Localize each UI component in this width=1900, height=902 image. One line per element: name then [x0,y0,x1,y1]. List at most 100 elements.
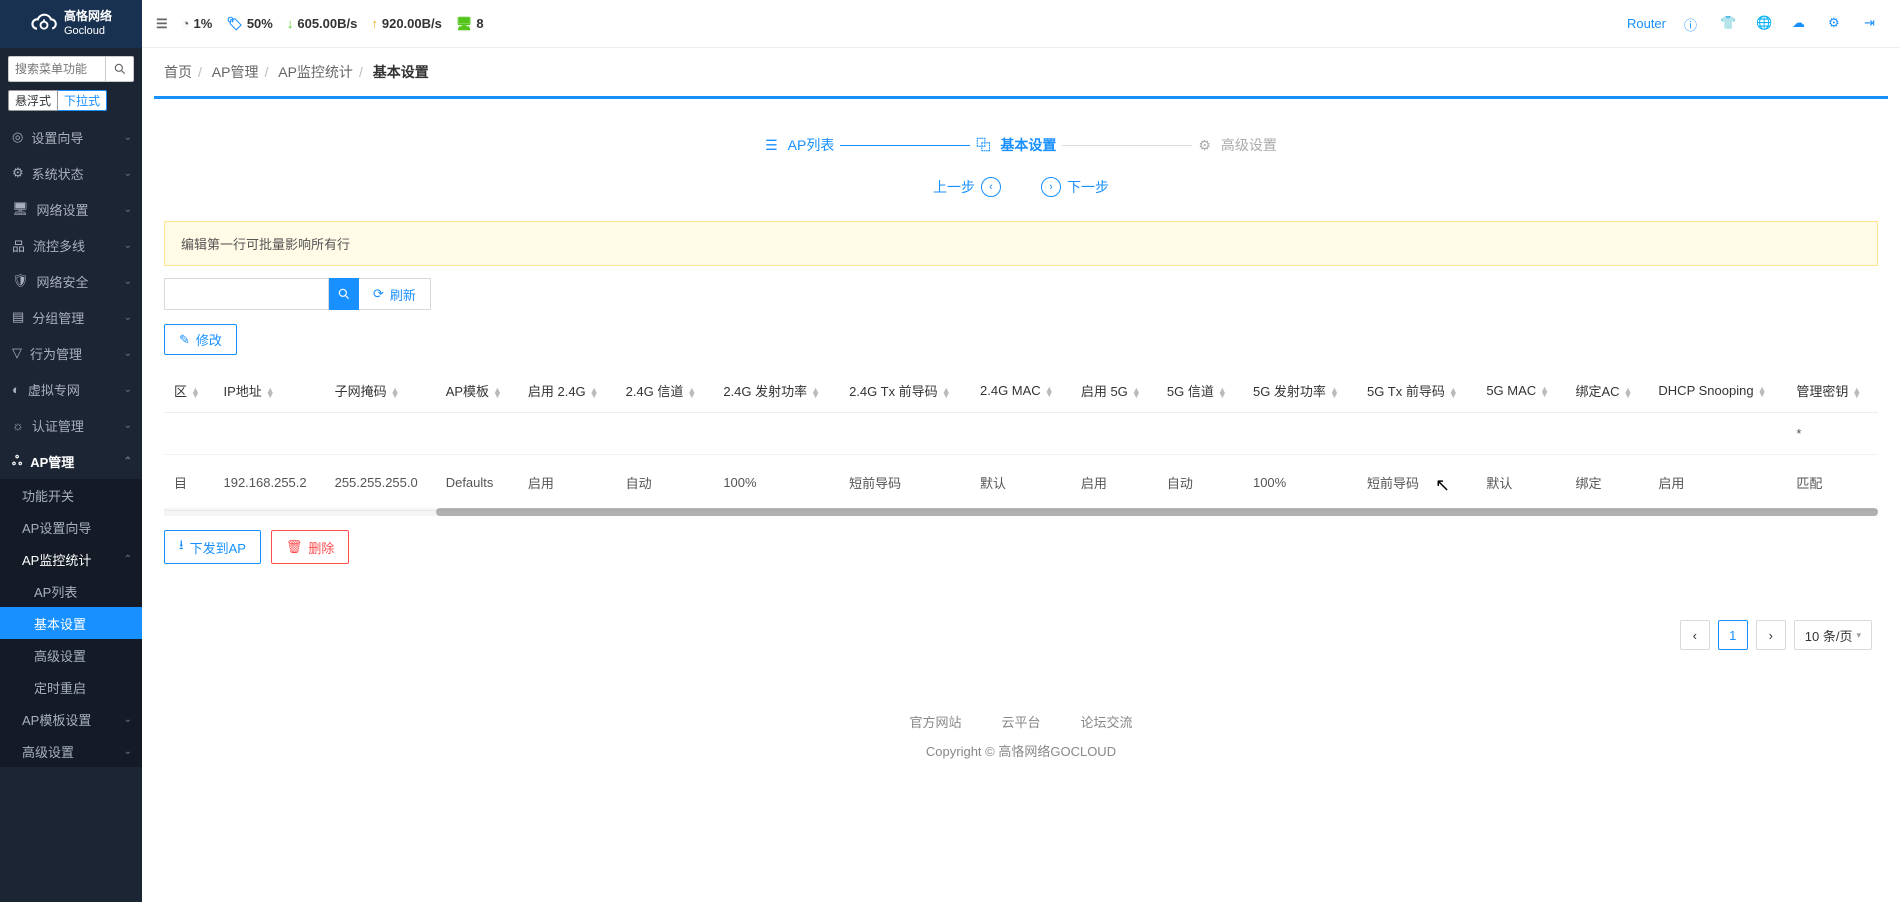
col-header[interactable]: DHCP Snooping▲▼ [1648,369,1786,413]
col-header[interactable]: 管理密钥▲▼ [1786,369,1878,413]
sidebar-item-ap-advanced[interactable]: 高级设置⌄ [0,735,142,767]
page-next[interactable]: › [1756,620,1786,650]
edit-button[interactable]: ✎修改 [164,324,237,355]
globe-icon[interactable]: 🌐 [1756,15,1774,33]
delete-button[interactable]: 🗑删除 [271,530,350,564]
list-icon: ☰ [765,137,778,154]
chevron-down-icon: ⌄ [124,132,132,143]
prev-step-button[interactable]: 上一步‹ [933,177,1001,197]
sort-icon: ▲▼ [1540,387,1549,397]
col-header[interactable]: 2.4G MAC▲▼ [970,369,1071,413]
cloud-sync-icon[interactable]: ☁ [1792,15,1810,33]
sidebar-item-ap-wizard[interactable]: AP设置向导 [0,511,142,543]
sidebar-item-auth[interactable]: ☼认证管理⌄ [0,407,142,443]
col-header[interactable]: 5G Tx 前导码▲▼ [1357,369,1476,413]
col-header[interactable]: AP模板▲▼ [436,369,518,413]
sort-icon: ▲▼ [687,388,696,398]
logout-icon[interactable]: ⇥ [1864,15,1882,33]
sidebar-item-network[interactable]: 🖥网络设置⌄ [0,191,142,227]
page-size-select[interactable]: 10 条/页▾ [1794,620,1872,650]
copy-icon: ⿻ [976,135,990,155]
col-header[interactable]: 2.4G 信道▲▼ [616,369,714,413]
compass-icon: ◎ [12,129,23,145]
sidebar-item-ap-mgmt[interactable]: ஃAP管理⌃ [0,443,142,479]
tshirt-icon[interactable]: 👕 [1720,15,1738,33]
table-search-button[interactable] [329,278,359,310]
logo: 高恪网络Gocloud [0,0,142,48]
col-header[interactable]: 子网掩码▲▼ [325,369,436,413]
down-arrow-icon: ↓ [287,16,294,31]
sidebar: 悬浮式 下拉式 ◎设置向导⌄ ⚙系统状态⌄ 🖥网络设置⌄ 品流控多线⌄ 🛡网络安… [0,48,142,902]
footer-link-site[interactable]: 官方网站 [909,712,961,731]
sidebar-item-ap-monitor[interactable]: AP监控统计⌃ [0,543,142,575]
chevron-down-icon: ⌄ [124,714,132,725]
refresh-icon: ⟳ [373,286,384,302]
sidebar-item-adv-settings[interactable]: 高级设置 [0,639,142,671]
table-container[interactable]: 区▲▼IP地址▲▼子网掩码▲▼AP模板▲▼启用 2.4G▲▼2.4G 信道▲▼2… [164,369,1878,516]
tag-icon: 🏷 [226,16,243,32]
deploy-button[interactable]: ⭳下发到AP [164,530,261,564]
col-header[interactable]: 2.4G Tx 前导码▲▼ [839,369,970,413]
crumb-ap[interactable]: AP管理 [212,64,259,80]
next-step-button[interactable]: ›下一步 [1041,177,1109,197]
sidebar-item-status[interactable]: ⚙系统状态⌄ [0,155,142,191]
menu-search-button[interactable] [106,56,134,82]
mode-drop-btn[interactable]: 下拉式 [58,90,107,111]
badge-icon: ☼ [12,418,24,433]
chevron-down-icon: ⌄ [124,168,132,179]
page-prev[interactable]: ‹ [1680,620,1710,650]
sort-icon: ▲▼ [1852,388,1861,398]
sidebar-item-ap-switch[interactable]: 功能开关 [0,479,142,511]
crumb-home[interactable]: 首页 [164,64,192,80]
step-ap-list[interactable]: ☰AP列表 [765,135,834,155]
chevron-down-icon: ⌄ [124,240,132,251]
sidebar-item-wizard[interactable]: ◎设置向导⌄ [0,119,142,155]
router-link[interactable]: Router [1627,16,1666,31]
footer-link-forum[interactable]: 论坛交流 [1081,712,1133,731]
step-basic[interactable]: ⿻基本设置 [976,135,1056,155]
sort-icon: ▲▼ [590,388,599,398]
col-header[interactable]: 启用 2.4G▲▼ [518,369,616,413]
chevron-up-icon: ⌃ [124,554,132,565]
sort-icon: ▲▼ [1330,388,1339,398]
sidebar-item-basic-settings[interactable]: 基本设置 [0,607,142,639]
sidebar-item-behavior[interactable]: ▽行为管理⌄ [0,335,142,371]
search-icon [113,62,127,76]
col-header[interactable]: 2.4G 发射功率▲▼ [713,369,839,413]
gear-icon[interactable]: ⚙ [1828,15,1846,33]
col-header[interactable]: 区▲▼ [164,369,213,413]
info-icon[interactable]: ⓘ [1684,15,1702,33]
sidebar-item-security[interactable]: 🛡网络安全⌄ [0,263,142,299]
col-header[interactable]: 5G 发射功率▲▼ [1243,369,1357,413]
menu-search-input[interactable] [8,56,106,82]
table-search-input[interactable] [164,278,329,310]
sidebar-item-ap-template[interactable]: AP模板设置⌄ [0,703,142,735]
trash-icon: 🗑 [286,539,303,555]
sidebar-item-flow[interactable]: 品流控多线⌄ [0,227,142,263]
up-val: 920.00B/s [382,16,442,31]
ap-icon: ஃ [12,453,22,470]
sidebar-item-ap-list[interactable]: AP列表 [0,575,142,607]
col-header[interactable]: 5G MAC▲▼ [1476,369,1565,413]
col-header[interactable]: 启用 5G▲▼ [1071,369,1157,413]
horizontal-scrollbar[interactable] [164,508,1878,516]
sort-icon: ▲▼ [391,388,400,398]
page-1[interactable]: 1 [1718,620,1748,650]
step-adv[interactable]: ⚙高级设置 [1198,135,1277,155]
refresh-button[interactable]: ⟳刷新 [359,278,431,310]
footer-link-cloud[interactable]: 云平台 [1001,712,1040,731]
sidebar-item-timed-reboot[interactable]: 定时重启 [0,671,142,703]
collapse-icon[interactable]: ☰ [156,16,168,32]
batch-row[interactable]: * [164,413,1878,455]
sidebar-item-group[interactable]: ▤分组管理⌄ [0,299,142,335]
col-header[interactable]: IP地址▲▼ [213,369,324,413]
col-header[interactable]: 5G 信道▲▼ [1157,369,1243,413]
crumb-current: 基本设置 [373,64,429,80]
mode-float-btn[interactable]: 悬浮式 [8,90,58,111]
crumb-monitor[interactable]: AP监控统计 [278,64,353,80]
table-row[interactable]: 目 192.168.255.2 255.255.255.0 Defaults 启… [164,455,1878,511]
col-header[interactable]: 绑定AC▲▼ [1565,369,1648,413]
disk-val: 50% [247,16,273,31]
sidebar-item-vpn[interactable]: ◐虚拟专网⌄ [0,371,142,407]
chevron-down-icon: ⌄ [124,312,132,323]
